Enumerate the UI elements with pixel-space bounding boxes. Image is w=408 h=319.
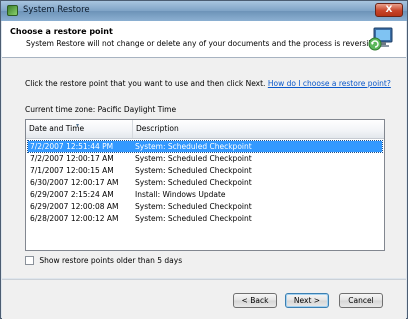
row-date: 7/2/2007 12:00:17 AM: [30, 154, 114, 163]
row-date: 6/29/2007 12:00:08 AM: [30, 202, 119, 211]
restore-point-row[interactable]: 6/30/2007 12:00:17 AM System: Scheduled …: [28, 177, 382, 188]
restore-point-row[interactable]: 7/2/2007 12:51:44 PM System: Scheduled C…: [27, 140, 383, 153]
window-title: System Restore: [23, 5, 90, 15]
page-subtitle: System Restore will not change or delete…: [26, 39, 383, 48]
restore-point-list[interactable]: Date and Time ▾ Description 7/2/2007 12:…: [25, 119, 385, 251]
restore-point-row[interactable]: 6/28/2007 12:00:12 AM System: Scheduled …: [28, 213, 382, 224]
sort-arrow-icon: ▾: [76, 122, 80, 129]
row-date: 6/28/2007 12:00:12 AM: [30, 214, 119, 223]
restore-point-row[interactable]: 7/1/2007 12:00:15 AM System: Scheduled C…: [28, 165, 382, 176]
page-title: Choose a restore point: [10, 27, 113, 36]
timezone-label: Current time zone: Pacific Daylight Time: [25, 105, 177, 114]
system-restore-app-icon: [7, 5, 18, 16]
show-older-label: Show restore points older than 5 days: [39, 255, 183, 265]
help-link[interactable]: How do I choose a restore point?: [268, 79, 391, 88]
system-restore-icon: [368, 27, 393, 51]
column-description[interactable]: Description: [133, 120, 384, 138]
column-date-time[interactable]: Date and Time ▾: [26, 120, 133, 138]
row-description: System: Scheduled Checkpoint: [135, 214, 252, 223]
close-button[interactable]: X: [375, 3, 403, 17]
instruction-label: Click the restore point that you want to…: [25, 79, 266, 88]
system-restore-window: System Restore X Choose a restore point …: [0, 0, 408, 319]
next-button[interactable]: Next >: [285, 293, 329, 308]
restore-point-row[interactable]: 7/2/2007 12:00:17 AM System: Scheduled C…: [28, 153, 382, 164]
title-bar[interactable]: System Restore X: [1, 1, 407, 21]
row-description: System: Scheduled Checkpoint: [135, 202, 252, 211]
row-description: Install: Windows Update: [135, 190, 226, 199]
show-older-checkbox-row[interactable]: Show restore points older than 5 days: [25, 255, 182, 267]
row-date: 6/30/2007 12:00:17 AM: [30, 178, 119, 187]
wizard-header: Choose a restore point System Restore wi…: [2, 21, 406, 58]
cancel-button[interactable]: Cancel: [339, 293, 383, 308]
show-older-checkbox[interactable]: [25, 255, 34, 265]
row-date: 6/29/2007 2:15:24 AM: [30, 190, 114, 199]
row-description: System: Scheduled Checkpoint: [135, 178, 252, 187]
row-description: System: Scheduled Checkpoint: [135, 154, 252, 163]
instruction-text: Click the restore point that you want to…: [25, 79, 391, 88]
row-description: System: Scheduled Checkpoint: [135, 142, 252, 151]
restore-point-row[interactable]: 6/29/2007 12:00:08 AM System: Scheduled …: [28, 201, 382, 212]
back-button[interactable]: < Back: [233, 293, 277, 308]
row-description: System: Scheduled Checkpoint: [135, 166, 252, 175]
list-header: Date and Time ▾ Description: [26, 120, 384, 139]
row-date: 7/1/2007 12:00:15 AM: [30, 166, 114, 175]
restore-point-row[interactable]: 6/29/2007 2:15:24 AM Install: Windows Up…: [28, 189, 382, 200]
row-date: 7/2/2007 12:51:44 PM: [30, 142, 114, 151]
